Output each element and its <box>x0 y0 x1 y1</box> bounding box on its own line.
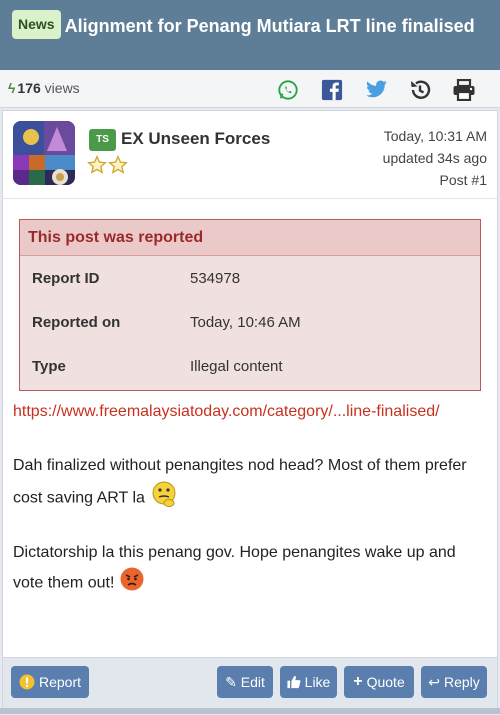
angry-emoji-icon <box>119 566 145 601</box>
view-count: ϟ 176 views <box>8 80 80 96</box>
report-key: Type <box>32 358 66 375</box>
thread-header: News Alignment for Penang Mutiara LRT lin… <box>0 0 500 70</box>
post-paragraph: Dah finalized without penangites nod hea… <box>13 453 487 518</box>
twitter-icon[interactable] <box>354 76 398 104</box>
thread-starter-badge: TS <box>89 129 116 151</box>
like-button[interactable]: Like <box>280 666 337 698</box>
report-key: Reported on <box>32 314 121 331</box>
report-row: Report ID 534978 <box>20 256 480 300</box>
post-time[interactable]: Today, 10:31 AM <box>383 125 487 147</box>
pencil-icon: ✎ <box>225 673 237 690</box>
stats-bar: ϟ 176 views <box>0 70 500 108</box>
thinking-emoji-icon <box>149 479 179 518</box>
bolt-icon: ϟ <box>8 80 16 96</box>
post-actions: Report ✎ Edit Like + Quote ↩ Reply <box>3 657 497 715</box>
edit-button[interactable]: ✎ Edit <box>217 666 273 698</box>
post-paragraph: Dictatorship la this penang gov. Hope pe… <box>13 540 487 601</box>
print-icon[interactable] <box>442 76 486 104</box>
report-key: Report ID <box>32 270 100 287</box>
report-row: Reported on Today, 10:46 AM <box>20 300 480 344</box>
share-icons <box>266 76 486 104</box>
thread-title-text: Alignment for Penang Mutiara LRT line fi… <box>64 16 475 36</box>
facebook-icon[interactable] <box>310 76 354 104</box>
news-badge[interactable]: News <box>12 10 61 39</box>
star-icon <box>87 155 107 174</box>
warning-icon <box>19 674 35 690</box>
whatsapp-icon[interactable] <box>266 76 310 104</box>
reply-arrow-icon: ↩ <box>428 673 440 690</box>
avatar[interactable] <box>13 121 75 185</box>
forum-page: News Alignment for Penang Mutiara LRT lin… <box>0 0 500 715</box>
plus-icon: + <box>353 673 363 690</box>
article-link[interactable]: https://www.freemalaysiatoday.com/catego… <box>13 399 487 425</box>
report-row: Type Illegal content <box>20 344 480 388</box>
post-header: TS EX Unseen Forces Today, 10:31 AM upda… <box>3 111 497 199</box>
thread-title: News Alignment for Penang Mutiara LRT lin… <box>12 10 488 39</box>
rank-stars <box>87 155 128 175</box>
thumbs-up-icon <box>287 675 301 689</box>
report-value: Today, 10:46 AM <box>190 314 301 331</box>
report-notice: This post was reported Report ID 534978 … <box>19 219 481 391</box>
post-body: https://www.freemalaysiatoday.com/catego… <box>13 399 487 623</box>
report-title: This post was reported <box>20 220 480 256</box>
star-icon <box>108 155 128 174</box>
report-button[interactable]: Report <box>11 666 89 698</box>
author-name[interactable]: EX Unseen Forces <box>121 129 270 149</box>
report-value: Illegal content <box>190 358 283 375</box>
post: TS EX Unseen Forces Today, 10:31 AM upda… <box>2 110 498 715</box>
page-bottom-strip <box>0 708 500 714</box>
quote-button[interactable]: + Quote <box>344 666 414 698</box>
report-value: 534978 <box>190 270 241 287</box>
post-number[interactable]: Post #1 <box>383 169 487 191</box>
post-meta: Today, 10:31 AM updated 34s ago Post #1 <box>383 125 487 191</box>
post-updated: updated 34s ago <box>382 150 487 166</box>
history-icon[interactable] <box>398 76 442 104</box>
reply-button[interactable]: ↩ Reply <box>421 666 487 698</box>
